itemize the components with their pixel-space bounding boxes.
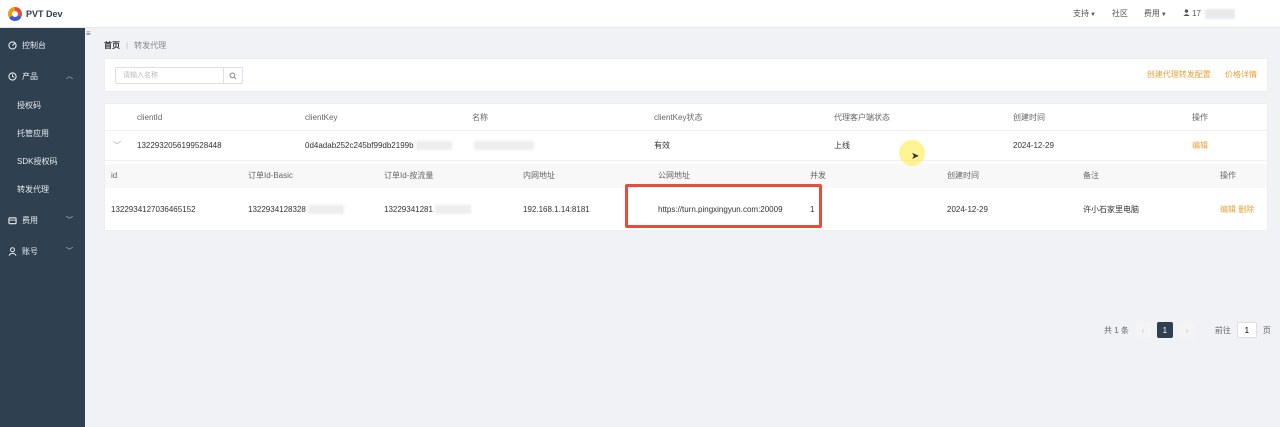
create-proxy-link[interactable]: 创建代理转发配置 (1147, 70, 1211, 79)
cell-lan-address: 192.168.1.14:8181 (523, 205, 590, 214)
breadcrumb-home[interactable]: 首页 (104, 41, 120, 50)
top-links: 创建代理转发配置 价格详情 (1135, 69, 1257, 80)
redacted-text (307, 205, 344, 215)
sidebar-item-dashboard[interactable]: 控制台 (0, 35, 85, 55)
brand-logo-icon (8, 7, 22, 21)
cell-remark: 许小石家里电脑 (1083, 205, 1139, 214)
sidebar-sub-forward-proxy[interactable]: 转发代理 (0, 180, 85, 198)
caret-down-icon: ▼ (1160, 12, 1167, 18)
user-icon (1183, 9, 1190, 16)
sidebar-item-account[interactable]: 账号 ﹀ (0, 241, 85, 261)
breadcrumb: 首页 | 转发代理 (104, 40, 166, 51)
redacted-text (434, 205, 471, 215)
col-header: clientId (137, 113, 163, 122)
cell-client-key: 0d4adab252c245bf99db2199b (305, 131, 452, 161)
clock-icon (8, 71, 17, 81)
redacted-text (415, 141, 452, 151)
wallet-icon (8, 216, 17, 225)
sidebar-sub-sdk-license[interactable]: SDK授权码 (0, 152, 85, 170)
sub-actions: 编辑 删除 (1220, 196, 1254, 224)
sub-col-header: 备注 (1083, 171, 1099, 180)
edit-link[interactable]: 编辑 (1192, 131, 1208, 161)
search-button[interactable] (223, 68, 242, 83)
cell-client-id: 1322932056199528448 (137, 141, 222, 150)
col-header: clientKey (305, 113, 338, 122)
cursor-icon: ➤ (911, 151, 920, 162)
sub-delete-link[interactable]: 删除 (1238, 205, 1254, 214)
redacted-username (1205, 8, 1235, 19)
col-header: clientKey状态 (654, 113, 703, 122)
sidebar-collapse-icon[interactable]: ≡ (86, 29, 91, 38)
expand-row-icon[interactable]: ﹀ (113, 131, 121, 161)
cell-key-status: 有效 (654, 141, 670, 150)
cell-id: 1322934127036465152 (111, 205, 196, 214)
user-menu[interactable]: 17 (1183, 8, 1235, 19)
sidebar-sub-license[interactable]: 授权码 (0, 96, 85, 114)
dashboard-icon (8, 40, 17, 50)
user-icon (8, 246, 17, 256)
cell-client-status: 上线 (834, 141, 850, 150)
page-unit-label: 页 (1262, 325, 1271, 335)
pagination: 共 1 条 ‹ 1 › 前往 页 (1104, 322, 1271, 338)
sub-col-header: 操作 (1220, 171, 1236, 180)
redacted-text (474, 141, 534, 151)
top-nav: 支持▼ 社区 费用▼ 17 (1073, 8, 1235, 19)
price-details-link[interactable]: 价格详情 (1225, 70, 1257, 79)
top-bar: PVT Dev 支持▼ 社区 费用▼ 17 (0, 0, 1280, 28)
table-row: ﹀ 1322932056199528448 0d4adab252c245bf99… (105, 131, 1267, 161)
caret-down-icon: ▼ (1089, 12, 1096, 18)
nav-fees[interactable]: 费用▼ (1144, 8, 1167, 19)
sub-col-header: 订单Id-按流量 (384, 171, 434, 180)
sidebar-item-products[interactable]: 产品 ︿ (0, 66, 85, 86)
cell-sub-created: 2024-12-29 (947, 205, 988, 214)
next-page-button[interactable]: › (1178, 322, 1195, 338)
search-icon (229, 71, 237, 80)
brand[interactable]: PVT Dev (8, 7, 63, 21)
col-header: 创建时间 (1013, 113, 1045, 122)
chevron-down-icon: ﹀ (66, 217, 73, 224)
chevron-up-icon: ︿ (66, 73, 73, 80)
search-box (115, 67, 243, 84)
nav-support[interactable]: 支持▼ (1073, 8, 1096, 19)
prev-page-button[interactable]: ‹ (1134, 322, 1151, 338)
sub-col-header: 内网地址 (523, 171, 555, 180)
app-title: PVT Dev (26, 9, 63, 19)
sub-col-header: 订单Id-Basic (248, 171, 293, 180)
col-header: 代理客户端状态 (834, 113, 890, 122)
sub-edit-link[interactable]: 编辑 (1220, 205, 1236, 214)
chevron-down-icon: ﹀ (66, 248, 73, 255)
search-input[interactable] (116, 68, 224, 83)
sidebar-sub-hosted-apps[interactable]: 托管应用 (0, 124, 85, 142)
table-header: clientId clientKey 名称 clientKey状态 代理客户端状… (105, 104, 1267, 131)
nav-community[interactable]: 社区 (1112, 8, 1128, 19)
sub-col-header: 创建时间 (947, 171, 979, 180)
pagination-total: 共 1 条 (1104, 325, 1129, 335)
breadcrumb-current: 转发代理 (134, 41, 167, 50)
breadcrumb-separator: | (126, 41, 129, 50)
col-header: 名称 (472, 113, 488, 122)
cell-order-basic: 1322934128328 (248, 196, 344, 224)
sub-col-header: id (111, 171, 118, 180)
col-header: 操作 (1192, 113, 1208, 122)
cell-order-flow: 13229341281 (384, 196, 471, 224)
cell-created: 2024-12-29 (1013, 141, 1054, 150)
filter-bar: 创建代理转发配置 价格详情 (104, 58, 1268, 92)
sidebar-item-fees[interactable]: 费用 ﹀ (0, 210, 85, 230)
highlight-box (625, 184, 822, 228)
goto-page-input[interactable] (1236, 322, 1257, 338)
goto-label: 前往 (1214, 325, 1231, 335)
page-button[interactable]: 1 (1156, 322, 1173, 338)
cell-name (472, 131, 534, 161)
